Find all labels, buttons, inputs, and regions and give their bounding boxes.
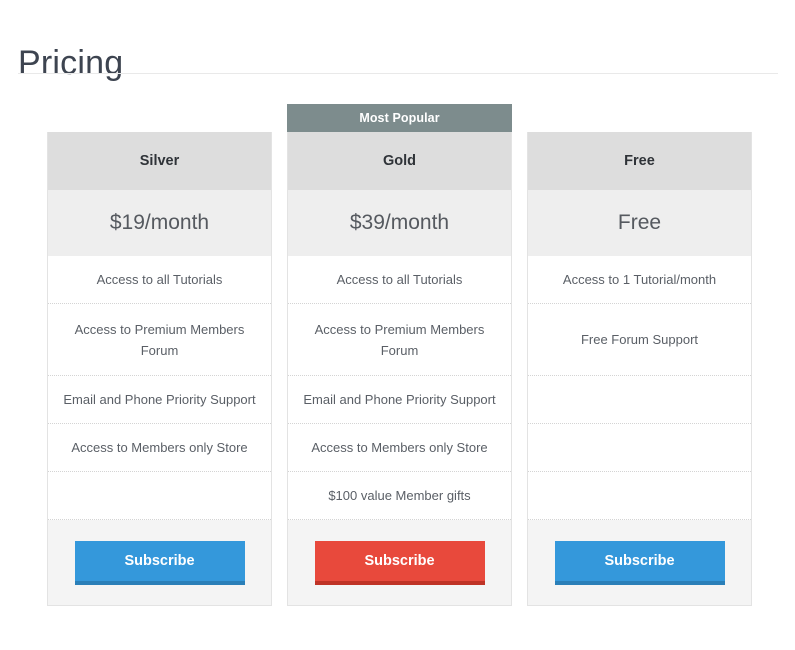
plan-name-gold: Gold — [288, 132, 511, 190]
feature-item: Access to 1 Tutorial/month — [528, 256, 751, 304]
feature-item: $100 value Member gifts — [288, 472, 511, 520]
feature-item: Access to Members only Store — [288, 424, 511, 472]
plan-body-silver: Silver $19/month Access to all Tutorials… — [47, 132, 272, 606]
feature-item — [528, 472, 751, 520]
plan-footer-silver: Subscribe — [48, 520, 271, 605]
plan-footer-gold: Subscribe — [288, 520, 511, 605]
plan-price-free: Free — [528, 190, 751, 256]
pricing-table: Silver $19/month Access to all Tutorials… — [47, 94, 752, 606]
feature-item — [528, 376, 751, 424]
plan-features-free: Access to 1 Tutorial/month Free Forum Su… — [528, 256, 751, 520]
feature-item — [48, 472, 271, 520]
page-title: Pricing — [18, 43, 124, 82]
feature-item: Access to Premium Members Forum — [288, 304, 511, 376]
feature-item: Email and Phone Priority Support — [48, 376, 271, 424]
plan-price-gold: $39/month — [288, 190, 511, 256]
pricing-page: Pricing Silver $19/month Access to all T… — [0, 0, 795, 650]
subscribe-button-gold[interactable]: Subscribe — [314, 540, 485, 585]
pricing-plan-silver: Silver $19/month Access to all Tutorials… — [47, 104, 272, 606]
feature-item: Access to all Tutorials — [288, 256, 511, 304]
plan-name-silver: Silver — [48, 132, 271, 190]
feature-item — [528, 424, 751, 472]
subscribe-button-free[interactable]: Subscribe — [554, 540, 725, 585]
feature-item: Access to all Tutorials — [48, 256, 271, 304]
title-divider — [18, 73, 778, 74]
plan-ribbon-gold: Most Popular — [287, 104, 512, 132]
plan-price-silver: $19/month — [48, 190, 271, 256]
plan-body-free: Free Free Access to 1 Tutorial/month Fre… — [527, 132, 752, 606]
feature-item: Free Forum Support — [528, 304, 751, 376]
feature-item: Email and Phone Priority Support — [288, 376, 511, 424]
pricing-plan-gold: Most Popular Gold $39/month Access to al… — [287, 104, 512, 606]
feature-item: Access to Premium Members Forum — [48, 304, 271, 376]
feature-item: Access to Members only Store — [48, 424, 271, 472]
plan-name-free: Free — [528, 132, 751, 190]
plan-features-silver: Access to all Tutorials Access to Premiu… — [48, 256, 271, 520]
plan-features-gold: Access to all Tutorials Access to Premiu… — [288, 256, 511, 520]
plan-footer-free: Subscribe — [528, 520, 751, 605]
pricing-plan-free: Free Free Access to 1 Tutorial/month Fre… — [527, 104, 752, 606]
subscribe-button-silver[interactable]: Subscribe — [74, 540, 245, 585]
plan-body-gold: Gold $39/month Access to all Tutorials A… — [287, 132, 512, 606]
